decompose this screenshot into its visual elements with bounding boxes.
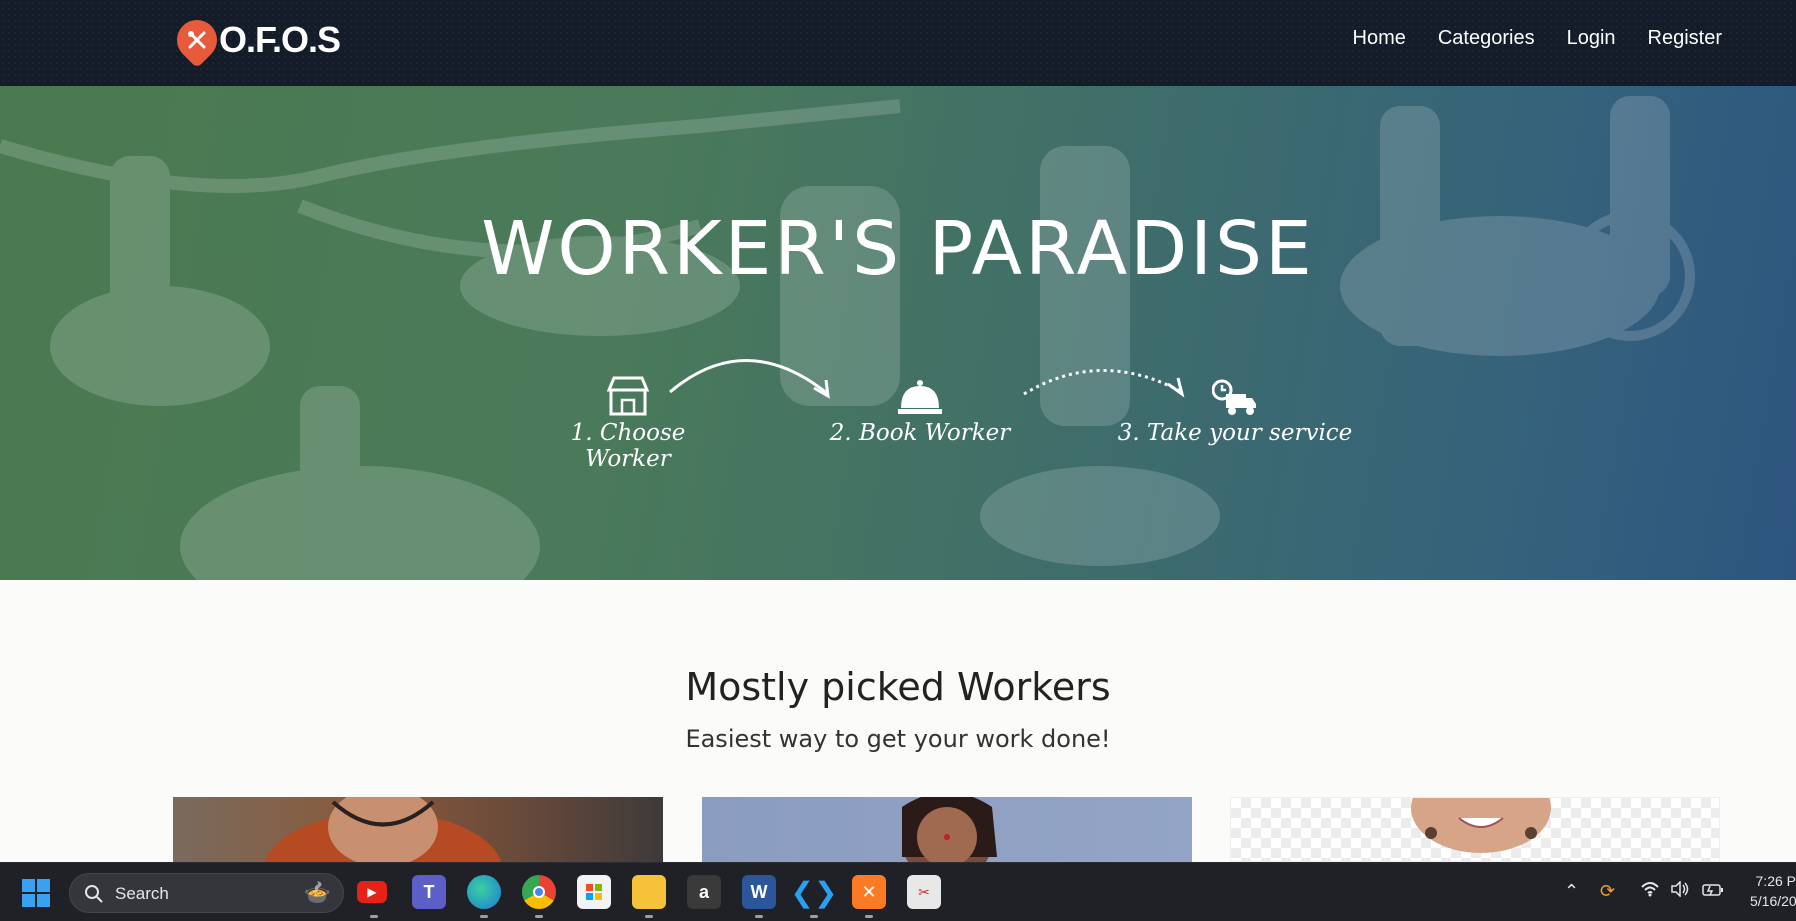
brand-logo[interactable]: O.F.O.S (168, 11, 341, 69)
service-bell-icon (898, 380, 942, 414)
snipping-tool-icon[interactable]: ✂ (907, 875, 941, 909)
worker-card-2[interactable] (702, 797, 1192, 862)
edge-icon[interactable] (467, 875, 501, 909)
windows-taskbar: Search 🍲 ▶ T a W ❮❯ ✕ ✂ ⌃ ⟳ 7:26 P 5/16/… (0, 862, 1796, 921)
chevron-up-icon[interactable]: ⌃ (1564, 881, 1579, 902)
worker-card-3[interactable] (1230, 797, 1720, 862)
system-clock[interactable]: 7:26 P 5/16/20 (1750, 871, 1796, 911)
battery-icon[interactable] (1702, 881, 1724, 902)
clock-date: 5/16/20 (1750, 893, 1796, 909)
search-highlight-icon: 🍲 (303, 880, 331, 905)
store-icon[interactable] (577, 875, 611, 909)
nav-register[interactable]: Register (1648, 23, 1722, 53)
search-placeholder: Search (115, 884, 169, 903)
delivery-truck-icon (1212, 379, 1256, 415)
word-icon[interactable]: W (742, 875, 776, 909)
worker-photo (1411, 798, 1551, 853)
file-explorer-icon[interactable] (632, 875, 666, 909)
amazon-icon[interactable]: a (687, 875, 721, 909)
hero-title: WORKER'S PARADISE (481, 206, 1315, 292)
brand-name: O.F.O.S (219, 19, 341, 60)
curved-arrow-icon (669, 359, 830, 399)
vscode-icon[interactable]: ❮❯ (791, 875, 837, 909)
hero-banner: WORKER'S PARADISE 1. Choose Worker 2. Bo… (0, 86, 1796, 580)
step-label: 3. Take your service (1117, 420, 1353, 446)
search-icon (85, 885, 103, 903)
step-label: 2. Book Worker (829, 420, 1011, 446)
wifi-icon[interactable] (1640, 881, 1660, 902)
xampp-icon[interactable]: ✕ (852, 875, 886, 909)
nav-categories[interactable]: Categories (1438, 23, 1535, 53)
nav-home[interactable]: Home (1353, 23, 1406, 53)
main-nav: Home Categories Login Register (1353, 23, 1723, 53)
worker-photo (264, 797, 502, 862)
top-navbar: O.F.O.S Home Categories Login Register (0, 0, 1796, 86)
clock-time: 7:26 P (1755, 873, 1796, 889)
step-take-service: 3. Take your service (1100, 378, 1370, 446)
hero-background-illustration (0, 96, 1695, 580)
nav-login[interactable]: Login (1567, 23, 1616, 53)
youtube-icon[interactable]: ▶ (357, 881, 387, 903)
step-label: 1. Choose Worker (570, 420, 686, 472)
taskbar-search[interactable]: Search 🍲 (69, 873, 344, 913)
section-title: Mostly picked Workers (685, 665, 1111, 709)
worker-card-1[interactable] (173, 797, 663, 862)
chrome-icon[interactable] (522, 875, 556, 909)
section-subtitle: Easiest way to get your work done! (685, 725, 1111, 753)
windows-start-icon[interactable] (22, 879, 50, 912)
worker-photo (902, 797, 997, 862)
teams-icon[interactable]: T (412, 875, 446, 909)
step-book-worker: 2. Book Worker (820, 378, 1020, 446)
sync-icon[interactable]: ⟳ (1600, 881, 1615, 902)
storefront-icon (606, 376, 650, 416)
fork-knife-icon (168, 11, 226, 69)
volume-icon[interactable] (1670, 880, 1690, 902)
